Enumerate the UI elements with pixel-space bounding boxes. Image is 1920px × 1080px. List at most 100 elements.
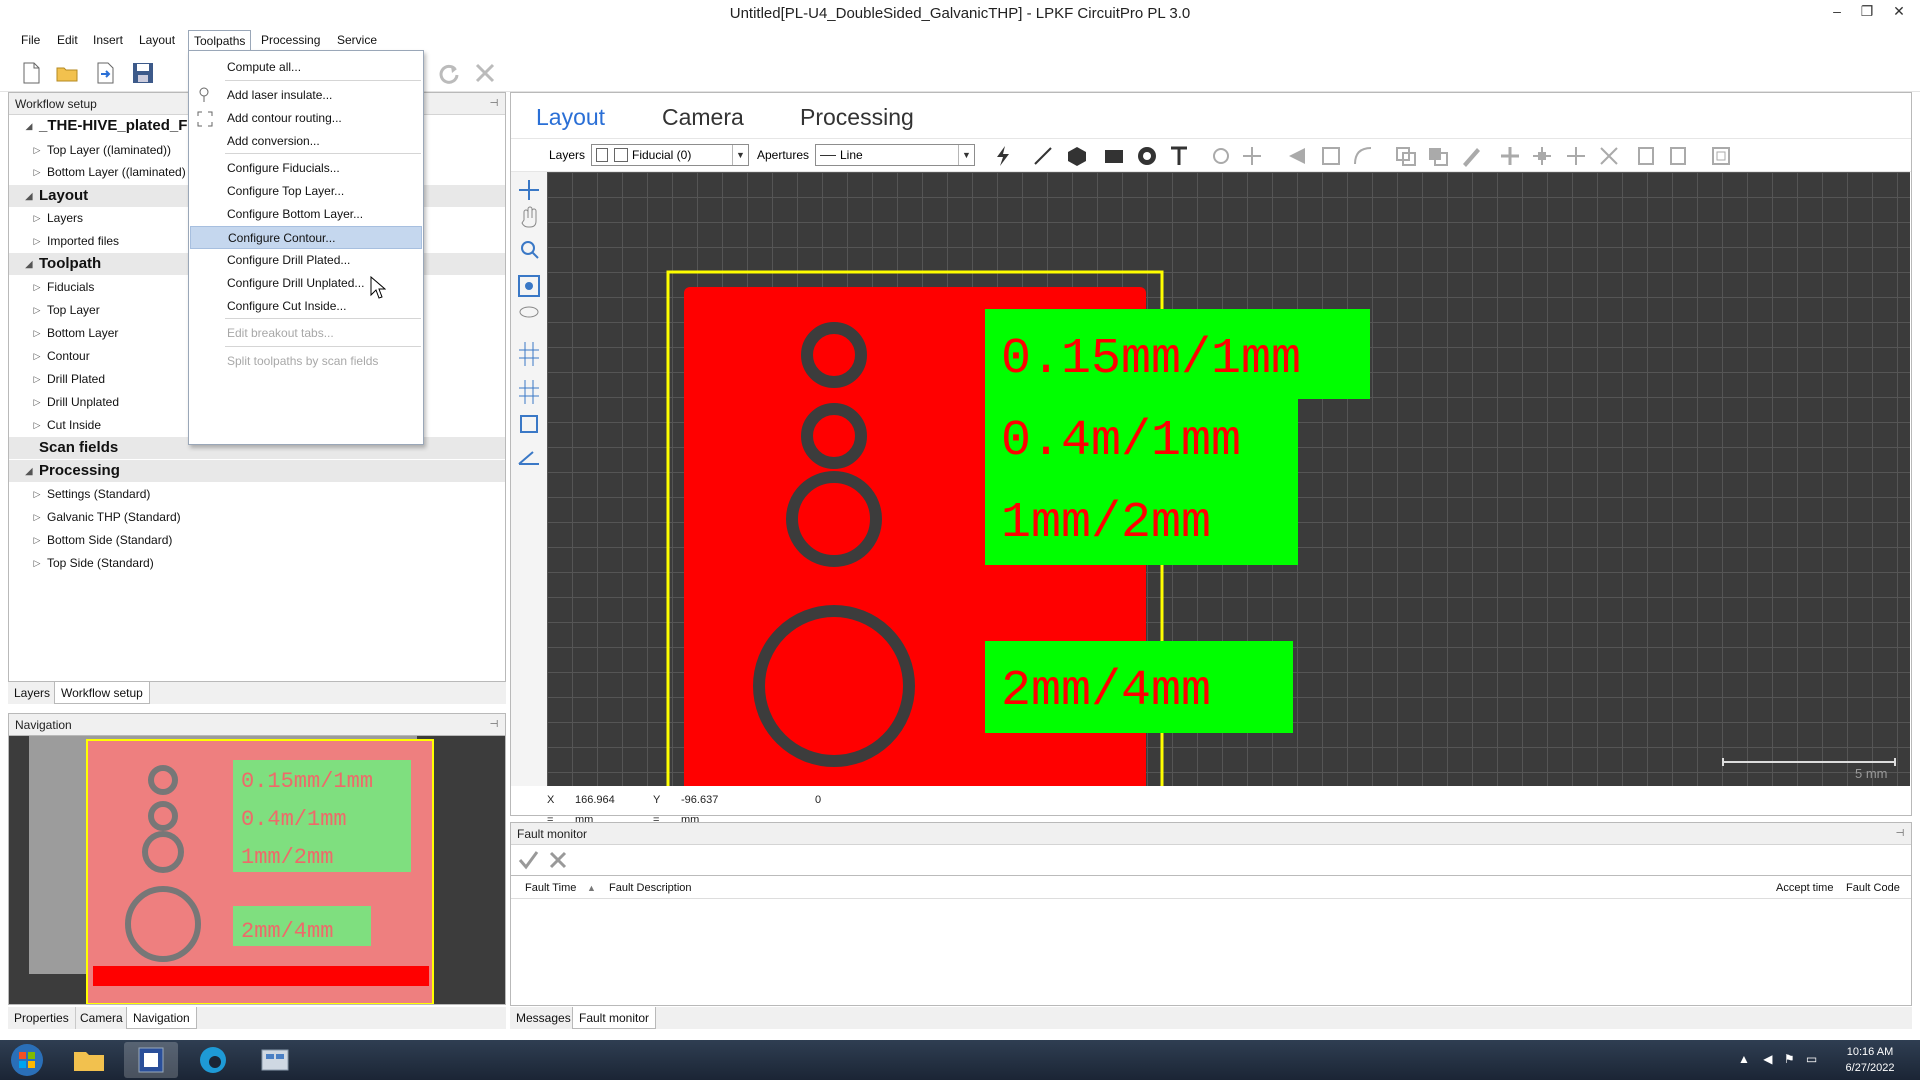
expand-icon[interactable] — [1600, 147, 1618, 165]
chevron-down-icon[interactable]: ▼ — [958, 145, 974, 165]
taskbar-clock[interactable]: 10:16 AM 6/27/2022 — [1820, 1044, 1920, 1076]
collapse-arrow-icon[interactable]: ▷ — [31, 414, 43, 436]
rotate-icon[interactable] — [1213, 148, 1229, 164]
merge-icon[interactable] — [1396, 147, 1416, 166]
circle-icon[interactable] — [1138, 147, 1156, 165]
col-accept-time[interactable]: Accept time — [1776, 878, 1833, 898]
tree-item-galvanic-thp-standard[interactable]: ▷ Galvanic THP (Standard) — [9, 506, 505, 528]
tab-workflow-setup[interactable]: Workflow setup — [54, 682, 150, 704]
menu-item-add-conversion[interactable]: Add conversion... — [190, 130, 422, 153]
collapse-arrow-icon[interactable]: ▷ — [31, 322, 43, 344]
menu-item-configure-drill-unplated[interactable]: Configure Drill Unplated... — [190, 272, 422, 295]
polygon-icon[interactable] — [1068, 147, 1086, 166]
save-icon[interactable] — [130, 60, 156, 86]
expand-arrow-icon[interactable]: ◢ — [23, 460, 35, 482]
col-fault-time[interactable]: Fault Time — [525, 878, 576, 898]
explorer-taskbar-icon[interactable] — [62, 1042, 116, 1078]
volume-icon[interactable]: ◀ — [1763, 1052, 1772, 1066]
expand-arrow-icon[interactable]: ◢ — [23, 253, 35, 275]
collapse-arrow-icon[interactable]: ▷ — [31, 529, 43, 551]
collapse-arrow-icon[interactable]: ▷ — [31, 368, 43, 390]
tab-layers[interactable]: Layers — [8, 682, 58, 704]
grid-snap-icon[interactable] — [519, 380, 539, 404]
menu-item-configure-fiducials[interactable]: Configure Fiducials... — [190, 157, 422, 180]
menu-toolpaths[interactable]: Toolpaths — [188, 30, 252, 50]
collapse-arrow-icon[interactable]: ▷ — [31, 276, 43, 298]
scale-icon[interactable] — [1322, 147, 1340, 165]
system-tray[interactable]: ▲ ◀ ⚑ ▭ — [1738, 1052, 1818, 1070]
col-fault-description[interactable]: Fault Description — [609, 878, 692, 898]
aperture-select[interactable]: Line ▼ — [815, 144, 975, 166]
expand-arrow-icon[interactable]: ◢ — [23, 185, 35, 207]
import-icon[interactable] — [92, 60, 118, 86]
measure-icon[interactable] — [518, 451, 539, 465]
col-fault-code[interactable]: Fault Code — [1846, 878, 1900, 898]
collapse-arrow-icon[interactable]: ▷ — [31, 506, 43, 528]
expand-arrow-icon[interactable]: ◢ — [23, 115, 35, 137]
layout-canvas[interactable]: 0.15mm/1mm 0.4m/1mm 1mm/2mm 2mm/4mm 5 mm — [547, 172, 1910, 786]
tab-fault-monitor[interactable]: Fault monitor — [572, 1007, 657, 1029]
open-folder-icon[interactable] — [54, 60, 80, 86]
collapse-arrow-icon[interactable]: ▷ — [31, 299, 43, 321]
rectangle-icon[interactable] — [1105, 150, 1123, 163]
tab-navigation[interactable]: Navigation — [126, 1007, 197, 1029]
circuitpro-taskbar-icon[interactable] — [124, 1042, 178, 1078]
collapse-arrow-icon[interactable]: ▷ — [31, 139, 43, 161]
menu-edit[interactable]: Edit — [52, 30, 83, 50]
edge-taskbar-icon[interactable] — [186, 1042, 240, 1078]
tree-item-settings-standard[interactable]: ▷ Settings (Standard) — [9, 483, 505, 505]
tab-processing[interactable]: Processing — [800, 100, 914, 134]
start-button[interactable] — [4, 1041, 50, 1079]
node-edit-icon[interactable] — [1533, 147, 1551, 165]
reject-x-icon[interactable] — [547, 849, 569, 874]
collapse-arrow-icon[interactable]: ▷ — [31, 161, 43, 183]
menu-file[interactable]: File — [16, 30, 45, 50]
subtract-icon[interactable] — [1429, 148, 1448, 166]
menu-service[interactable]: Service — [332, 30, 382, 50]
zoom-fit-icon[interactable] — [518, 275, 540, 297]
flag-icon[interactable]: ⚑ — [1784, 1052, 1795, 1066]
tab-messages[interactable]: Messages — [510, 1007, 578, 1029]
import-layer-icon[interactable] — [1638, 147, 1654, 165]
line-tool-icon[interactable] — [1034, 147, 1052, 165]
menu-item-configure-contour[interactable]: Configure Contour... — [190, 226, 422, 249]
select-rect-icon[interactable] — [520, 415, 538, 433]
grid-icon[interactable] — [519, 342, 539, 366]
menu-processing[interactable]: Processing — [256, 30, 325, 50]
tray-arrow-icon[interactable]: ▲ — [1738, 1052, 1750, 1066]
navigation-preview[interactable]: 0.15mm/1mm 0.4m/1mm 1mm/2mm 2mm/4mm — [8, 735, 506, 1005]
tab-camera-main[interactable]: Camera — [662, 100, 744, 134]
collapse-arrow-icon[interactable]: ▷ — [31, 345, 43, 367]
zoom-icon[interactable] — [521, 241, 539, 259]
collapse-arrow-icon[interactable]: ▷ — [31, 483, 43, 505]
pin-icon[interactable]: ⊣ — [1895, 829, 1905, 839]
menu-insert[interactable]: Insert — [88, 30, 128, 50]
menu-item-configure-drill-plated[interactable]: Configure Drill Plated... — [190, 249, 422, 272]
align-icon[interactable] — [1501, 147, 1519, 165]
mirror-icon[interactable] — [1289, 148, 1305, 164]
collapse-arrow-icon[interactable]: ▷ — [31, 207, 43, 229]
flash-icon[interactable] — [997, 146, 1009, 166]
pin-icon[interactable]: ⊣ — [489, 99, 499, 109]
move-icon[interactable] — [1243, 147, 1261, 165]
control-panel-taskbar-icon[interactable] — [248, 1042, 302, 1078]
tab-properties[interactable]: Properties — [8, 1007, 76, 1029]
tree-item-bottom-side-standard[interactable]: ▷ Bottom Side (Standard) — [9, 529, 505, 551]
chevron-down-icon[interactable]: ▼ — [732, 145, 748, 165]
restore-button[interactable]: ❐ — [1850, 0, 1884, 24]
export-layer-icon[interactable] — [1670, 147, 1686, 165]
menu-item-configure-bottom-layer[interactable]: Configure Bottom Layer... — [190, 203, 422, 226]
menu-item-add-contour-routing[interactable]: Add contour routing... — [190, 107, 422, 130]
collapse-arrow-icon[interactable]: ▷ — [31, 230, 43, 252]
tab-camera[interactable]: Camera — [74, 1007, 130, 1029]
network-icon[interactable]: ▭ — [1806, 1052, 1817, 1066]
cancel-icon[interactable] — [472, 60, 498, 86]
tree-item-processing[interactable]: ◢ Processing — [9, 460, 505, 482]
hand-icon[interactable] — [521, 206, 537, 228]
pen-icon[interactable] — [1463, 148, 1480, 167]
tab-layout[interactable]: Layout — [536, 100, 605, 134]
menu-item-compute-all[interactable]: Compute all... — [190, 56, 422, 79]
menu-item-configure-cut-inside[interactable]: Configure Cut Inside... — [190, 295, 422, 318]
minimize-button[interactable]: – — [1820, 0, 1854, 24]
snap-icon[interactable] — [1567, 147, 1585, 165]
